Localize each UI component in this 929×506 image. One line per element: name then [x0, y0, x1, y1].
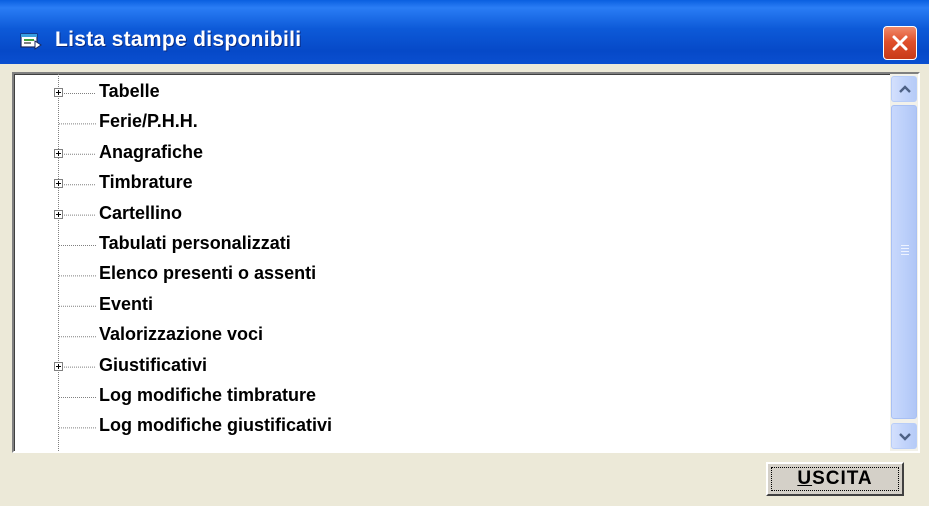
scrollbar-thumb[interactable] [891, 105, 917, 419]
tree-item-label[interactable]: Giustificativi [99, 355, 207, 376]
exit-button-label: SCITA [812, 468, 873, 489]
tree-item[interactable]: Timbrature [14, 169, 884, 199]
exit-button[interactable]: USCITA [766, 462, 904, 496]
scroll-down-arrow-icon [899, 433, 911, 441]
title-bar[interactable]: Lista stampe disponibili [0, 0, 929, 64]
scroll-up-arrow-icon [899, 85, 911, 93]
tree-item-label[interactable]: Eventi [99, 294, 153, 315]
window-app-icon [20, 32, 42, 50]
tree-item[interactable]: Valorizzazione voci [14, 321, 884, 351]
tree-item[interactable]: Log modifiche timbrature [14, 382, 884, 412]
scroll-up-button[interactable] [891, 76, 917, 102]
tree-item-label[interactable]: Valorizzazione voci [99, 324, 263, 345]
expand-plus-icon[interactable] [54, 209, 63, 219]
close-button[interactable] [883, 26, 917, 60]
tree-item-label[interactable]: Log modifiche timbrature [99, 385, 316, 406]
expand-plus-icon[interactable] [54, 88, 63, 97]
tree-item[interactable]: Log modifiche giustificativi [14, 412, 884, 442]
close-icon [892, 35, 908, 51]
expand-plus-icon[interactable] [54, 179, 63, 189]
tree-item[interactable]: Tabulati personalizzati [14, 230, 884, 260]
tree-item-label[interactable]: Tabelle [99, 81, 160, 102]
window-title: Lista stampe disponibili [55, 28, 302, 51]
report-tree-view[interactable]: Tabelle Ferie/P.H.H. Anagrafiche Timbrature… [12, 72, 920, 453]
tree-item-label[interactable]: Ferie/P.H.H. [99, 111, 198, 132]
tree-item-label[interactable]: Tabulati personalizzati [99, 233, 291, 254]
expand-plus-icon[interactable] [54, 361, 63, 371]
exit-button-accelerator: U [797, 468, 813, 489]
dialog-window: Lista stampe disponibili Tabelle Ferie/P.… [0, 0, 929, 506]
tree-item-label[interactable]: Anagrafiche [99, 142, 203, 163]
scroll-down-button[interactable] [891, 423, 917, 449]
tree-item[interactable]: Cartellino [14, 200, 884, 230]
tree-item[interactable]: Tabelle [14, 78, 884, 108]
tree-item-label[interactable]: Elenco presenti o assenti [99, 263, 316, 284]
tree-item[interactable]: Elenco presenti o assenti [14, 260, 884, 290]
tree-item-label[interactable]: Cartellino [99, 203, 182, 224]
tree-item-label[interactable]: Log modifiche giustificativi [99, 415, 332, 436]
vertical-scrollbar[interactable] [890, 74, 918, 451]
tree-item-label[interactable]: Timbrature [99, 172, 193, 193]
expand-plus-icon[interactable] [54, 148, 63, 158]
tree-item[interactable]: Giustificativi [14, 352, 884, 382]
tree-item[interactable]: Anagrafiche [14, 139, 884, 169]
tree-item[interactable]: Ferie/P.H.H. [14, 108, 884, 138]
tree-item[interactable]: Eventi [14, 291, 884, 321]
